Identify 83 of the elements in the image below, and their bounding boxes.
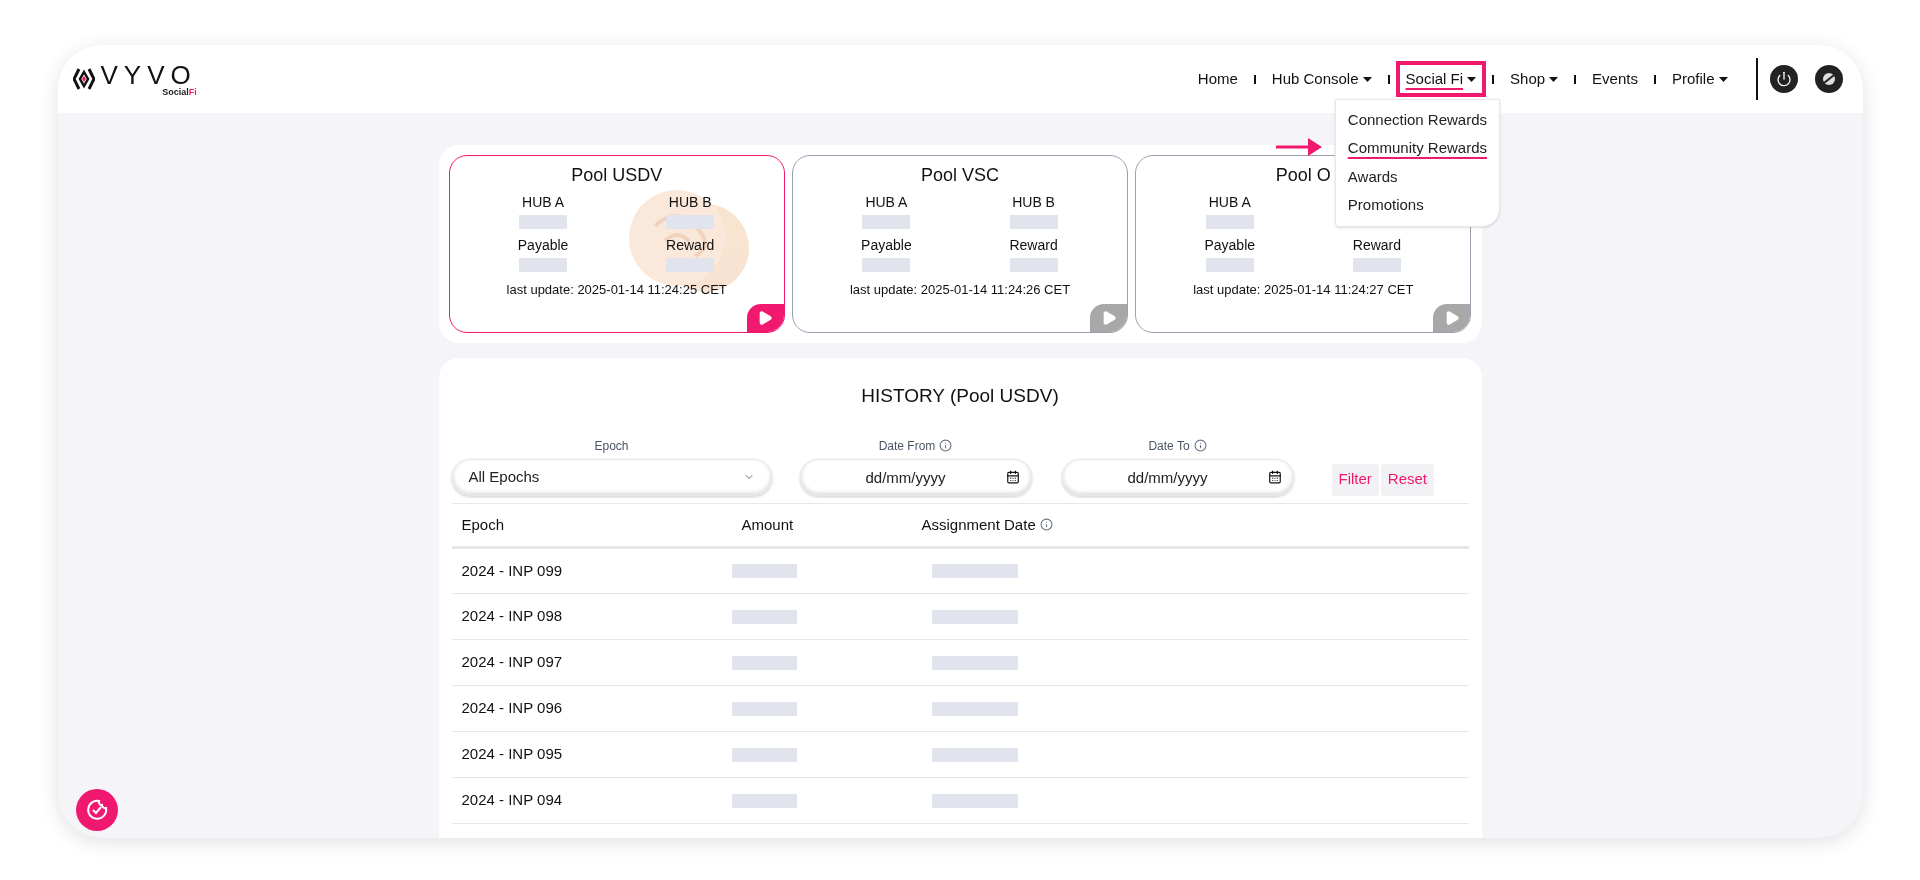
- menu-item[interactable]: Connection Rewards: [1335, 105, 1500, 135]
- nav-link[interactable]: Profile: [1661, 60, 1738, 98]
- power-icon: [1775, 71, 1792, 87]
- info-icon: [1193, 439, 1207, 452]
- loading-placeholder: [731, 655, 797, 670]
- diamond-logo-icon: [72, 67, 95, 91]
- field-label: Payable: [517, 236, 569, 254]
- filter-label: Epoch: [594, 437, 629, 455]
- loading-placeholder: [519, 258, 568, 272]
- loading-placeholder: [1205, 258, 1254, 272]
- info-icon: [939, 439, 953, 452]
- epoch-select[interactable]: All Epochs: [451, 458, 772, 496]
- nav-link[interactable]: Shop: [1500, 60, 1569, 98]
- power-button[interactable]: [1769, 65, 1798, 93]
- table-cell: 2024 - INP 098: [451, 593, 742, 640]
- loading-placeholder: [862, 258, 911, 272]
- cookie-icon: [84, 798, 109, 822]
- date-field[interactable]: dd/mm/yyyy: [1061, 458, 1294, 496]
- filter-label: Date To: [1148, 437, 1190, 455]
- field-label: HUB A: [865, 193, 908, 211]
- pointer-arrow: [1275, 138, 1322, 157]
- field-label: HUB B: [1012, 193, 1055, 211]
- loading-placeholder: [862, 215, 911, 229]
- logo-wordmark: VYVO: [100, 61, 197, 88]
- nav-link[interactable]: Home: [1187, 60, 1248, 98]
- loading-placeholder: [1205, 215, 1254, 229]
- calendar-icon[interactable]: [1267, 469, 1282, 484]
- nav-link[interactable]: Hub Console: [1261, 60, 1382, 98]
- column-header: Epoch: [451, 503, 742, 548]
- field-label: HUB A: [1208, 193, 1251, 211]
- loading-placeholder: [666, 258, 715, 272]
- nav-link[interactable]: Social Fi: [1395, 60, 1487, 98]
- loading-placeholder: [1352, 258, 1401, 272]
- pool-title: Pool USDV: [571, 164, 663, 187]
- filter-label: Date From: [878, 437, 936, 455]
- loading-placeholder: [731, 609, 797, 624]
- field-label: Reward: [666, 236, 715, 254]
- caret-icon: [1718, 76, 1728, 82]
- table-cell: 2024 - INP 095: [451, 731, 742, 778]
- pool-title: Pool VSC: [920, 164, 999, 187]
- date-field[interactable]: dd/mm/yyyy: [799, 458, 1032, 496]
- last-update-text: last update: 2025-01-14 11:24:26 CET: [849, 281, 1071, 299]
- loading-placeholder: [731, 793, 797, 808]
- play-icon: [1444, 310, 1460, 326]
- pool-title: Pool O: [1275, 164, 1331, 187]
- loading-placeholder: [731, 701, 797, 716]
- loading-placeholder: [731, 564, 797, 578]
- column-header: Assignment Date: [921, 503, 1469, 548]
- pool-card[interactable]: Pool USDV HUB A HUB B Payable Reward last update: 2025-01-14 11:24:25 CET: [448, 155, 785, 333]
- calendar-icon[interactable]: [1005, 469, 1020, 484]
- cookie-settings-button[interactable]: [75, 789, 118, 831]
- loading-placeholder: [1009, 258, 1058, 272]
- play-button[interactable]: [746, 304, 784, 332]
- loading-placeholder: [731, 747, 797, 762]
- table-cell: 2024 - INP 097: [451, 639, 742, 686]
- field-label: HUB B: [668, 193, 712, 211]
- avatar-button[interactable]: [1814, 65, 1843, 93]
- nav-link[interactable]: Events: [1582, 60, 1648, 98]
- field-label: HUB A: [522, 193, 565, 211]
- table-cell: 2024 - INP 099: [451, 547, 742, 594]
- history-title: HISTORY (Pool USDV): [860, 384, 1060, 408]
- column-header: Amount: [741, 503, 922, 548]
- info-icon: [1039, 518, 1053, 532]
- logo[interactable]: VYVO SocialFi: [72, 61, 197, 97]
- table-cell: 2024 - INP 096: [451, 685, 742, 732]
- loading-placeholder: [1009, 215, 1058, 229]
- caret-icon: [1362, 76, 1372, 82]
- last-update-text: last update: 2025-01-14 11:24:25 CET: [506, 281, 727, 299]
- field-label: Reward: [1352, 236, 1401, 254]
- field-label: Payable: [861, 236, 912, 254]
- pool-card[interactable]: Pool VSC HUB A HUB B Payable Reward last update: 2025-01-14 11:24:26 CET: [791, 155, 1129, 333]
- play-icon: [757, 310, 774, 326]
- last-update-text: last update: 2025-01-14 11:24:27 CET: [1193, 281, 1414, 299]
- caret-icon: [1549, 76, 1559, 82]
- field-label: Payable: [1204, 236, 1256, 254]
- loading-placeholder: [519, 215, 568, 229]
- filter-action-button[interactable]: Reset: [1380, 463, 1435, 496]
- filter-action-button[interactable]: Filter: [1331, 463, 1379, 496]
- table-cell: 2024 - INP 094: [451, 777, 742, 824]
- loading-placeholder: [666, 215, 715, 229]
- logo-tagline: SocialFi: [162, 87, 197, 97]
- caret-icon: [1467, 76, 1477, 82]
- field-label: Reward: [1009, 236, 1058, 254]
